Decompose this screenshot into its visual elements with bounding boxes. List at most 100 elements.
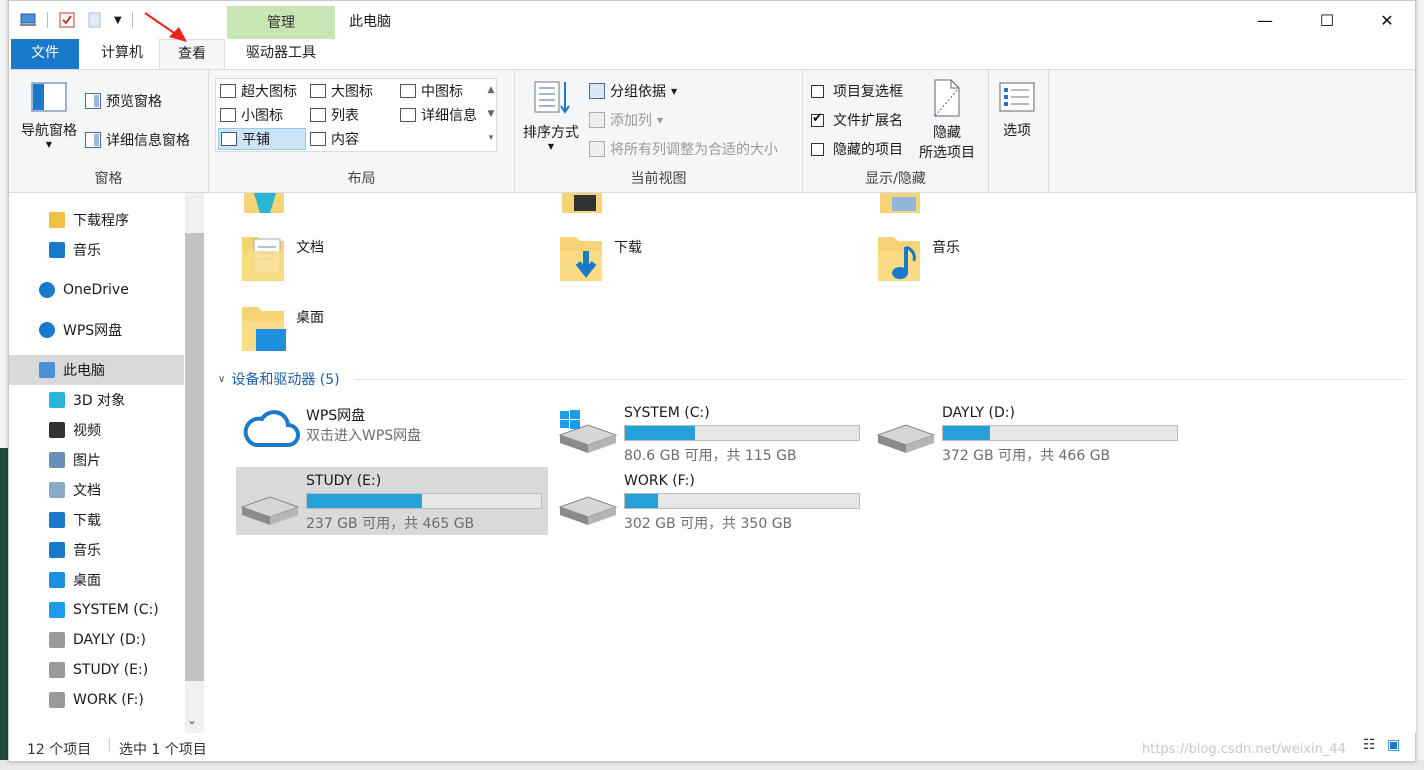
- layout-content[interactable]: 内容: [308, 128, 361, 150]
- content-icon: [310, 132, 326, 146]
- tab-file[interactable]: 文件: [11, 39, 79, 69]
- hidden-items-checkbox[interactable]: [811, 142, 824, 156]
- cloud-icon: [39, 282, 55, 298]
- chevron-down-icon[interactable]: ▼: [114, 15, 122, 26]
- nav-item[interactable]: DAYLY (D:): [9, 625, 184, 655]
- minimize-button[interactable]: —: [1235, 1, 1295, 39]
- layout-small-icons[interactable]: 小图标: [218, 104, 285, 126]
- folder-downloads[interactable]: 下载: [558, 231, 642, 285]
- folder-label: 音乐: [932, 240, 960, 256]
- divider: [354, 379, 1404, 380]
- drive-icon: [876, 424, 936, 453]
- details-pane-button[interactable]: 详细信息窗格: [85, 129, 190, 151]
- item-checkboxes-label: 项目复选框: [833, 84, 903, 100]
- separator: [47, 12, 48, 28]
- nav-item[interactable]: 视频: [9, 415, 184, 445]
- nav-item-label: 音乐: [73, 543, 101, 559]
- details-pane-label: 详细信息窗格: [106, 133, 190, 149]
- nav-item[interactable]: 音乐: [9, 535, 184, 565]
- drive-icon: [49, 662, 65, 678]
- hide-selected-label-1: 隐藏: [933, 125, 961, 141]
- new-folder-icon[interactable]: [86, 11, 104, 29]
- medium-icons-icon: [400, 84, 416, 98]
- nav-item-label: WPS网盘: [63, 323, 123, 339]
- details-view-icon[interactable]: ☷: [1363, 737, 1376, 753]
- drive-e[interactable]: STUDY (E:) 237 GB 可用，共 465 GB: [236, 467, 548, 535]
- hide-selected-button[interactable]: 隐藏 所选项目: [915, 78, 979, 162]
- drive-free-space: 80.6 GB 可用，共 115 GB: [624, 448, 797, 464]
- nav-item[interactable]: 下载: [9, 505, 184, 535]
- quick-access-toolbar: ▼: [19, 11, 133, 29]
- nav-item[interactable]: SYSTEM (C:): [9, 595, 184, 625]
- nav-item[interactable]: 下载程序: [9, 205, 184, 235]
- devices-section-header[interactable]: ∨ 设备和驱动器 (5): [218, 369, 340, 389]
- large-icons-view-icon[interactable]: ▣: [1387, 737, 1400, 753]
- drive-d[interactable]: DAYLY (D:) 372 GB 可用，共 466 GB: [872, 399, 1184, 467]
- downloads-folder-icon: [560, 237, 602, 281]
- computer-icon[interactable]: [19, 11, 37, 29]
- nav-item-label: 3D 对象: [73, 393, 126, 409]
- folder-desktop[interactable]: 桌面: [240, 301, 324, 355]
- folder-documents[interactable]: 文档: [240, 231, 324, 285]
- chevron-down-icon[interactable]: ⌄: [187, 713, 197, 727]
- folder-label: 桌面: [296, 310, 324, 326]
- nav-item[interactable]: 3D 对象: [9, 385, 184, 415]
- nav-item[interactable]: 桌面: [9, 565, 184, 595]
- nav-item[interactable]: 图片: [9, 445, 184, 475]
- properties-icon[interactable]: [58, 11, 76, 29]
- layout-list[interactable]: 列表: [308, 104, 361, 126]
- nav-item[interactable]: 音乐: [9, 235, 184, 265]
- nav-item[interactable]: STUDY (E:): [9, 655, 184, 685]
- tab-drive-tools[interactable]: 驱动器工具: [227, 39, 335, 69]
- layout-details[interactable]: 详细信息: [398, 104, 479, 126]
- add-column-button[interactable]: 添加列 ▼: [589, 109, 663, 131]
- hidden-items-toggle[interactable]: 隐藏的项目: [811, 138, 903, 160]
- group-by-button[interactable]: 分组依据 ▼: [589, 80, 677, 102]
- file-extensions-checkbox[interactable]: [811, 111, 824, 127]
- layout-extra-large-icons[interactable]: 超大图标: [218, 80, 299, 102]
- drive-f[interactable]: WORK (F:) 302 GB 可用，共 350 GB: [554, 467, 866, 535]
- drive-name: SYSTEM (C:): [624, 405, 710, 421]
- drive-free-space: 372 GB 可用，共 466 GB: [942, 448, 1111, 464]
- nav-item[interactable]: WORK (F:): [9, 685, 184, 715]
- layout-large-icons[interactable]: 大图标: [308, 80, 375, 102]
- drive-c[interactable]: SYSTEM (C:) 80.6 GB 可用，共 115 GB: [554, 399, 866, 467]
- group-show-hide: 项目复选框 文件扩展名 隐藏的项目 隐藏 所选项目 显示/隐藏: [803, 70, 989, 192]
- group-label-panes: 窗格: [94, 171, 123, 187]
- folder-music[interactable]: 音乐: [876, 231, 960, 285]
- nav-item[interactable]: OneDrive: [9, 275, 184, 305]
- nav-item-label: DAYLY (D:): [73, 632, 146, 648]
- nav-item[interactable]: 此电脑: [9, 355, 184, 385]
- nav-item-label: WORK (F:): [73, 692, 144, 708]
- file-extensions-toggle[interactable]: 文件扩展名: [811, 109, 903, 131]
- nav-item[interactable]: WPS网盘: [9, 315, 184, 345]
- maximize-button[interactable]: ☐: [1297, 1, 1357, 39]
- options-button[interactable]: 选项: [995, 82, 1039, 140]
- computer-icon: [39, 362, 55, 378]
- nav-pane-button[interactable]: 导航窗格 ▼: [15, 82, 83, 149]
- watermark: https://blog.csdn.net/weixin_44: [1142, 742, 1346, 757]
- preview-pane-button[interactable]: 预览窗格: [85, 90, 162, 112]
- layout-gallery-scroll[interactable]: ▲ ▼ ▾: [485, 78, 497, 152]
- layout-label: 平铺: [242, 132, 270, 148]
- item-checkboxes-checkbox[interactable]: [811, 84, 824, 98]
- layout-tiles[interactable]: 平铺: [218, 128, 306, 150]
- nav-item[interactable]: 文档: [9, 475, 184, 505]
- details-icon: [400, 108, 416, 122]
- hide-selected-label-2: 所选项目: [919, 145, 975, 161]
- list-icon: [310, 108, 326, 122]
- tab-view[interactable]: 查看: [159, 39, 225, 70]
- fit-columns-button[interactable]: 将所有列调整为合适的大小: [589, 138, 778, 160]
- wps-cloud-item[interactable]: WPS网盘 双击进入WPS网盘: [236, 399, 548, 467]
- drive-name: DAYLY (D:): [942, 405, 1015, 421]
- nav-scrollbar-thumb[interactable]: [185, 233, 204, 681]
- drive-name: STUDY (E:): [306, 473, 382, 489]
- nav-item-label: OneDrive: [63, 282, 129, 298]
- sort-by-button[interactable]: 排序方式 ▼: [519, 78, 583, 151]
- ribbon-tabs: 文件 计算机 查看 驱动器工具 ⊸ ?: [9, 39, 1415, 101]
- close-button[interactable]: ✕: [1357, 1, 1417, 39]
- file-explorer-window: ▼ 管理 此电脑 — ☐ ✕ 文件 计算机 查看 驱动器工具 ⊸ ? 导航窗格 …: [8, 0, 1416, 762]
- tab-computer[interactable]: 计算机: [85, 39, 159, 69]
- layout-medium-icons[interactable]: 中图标: [398, 80, 465, 102]
- item-checkboxes-toggle[interactable]: 项目复选框: [811, 80, 903, 102]
